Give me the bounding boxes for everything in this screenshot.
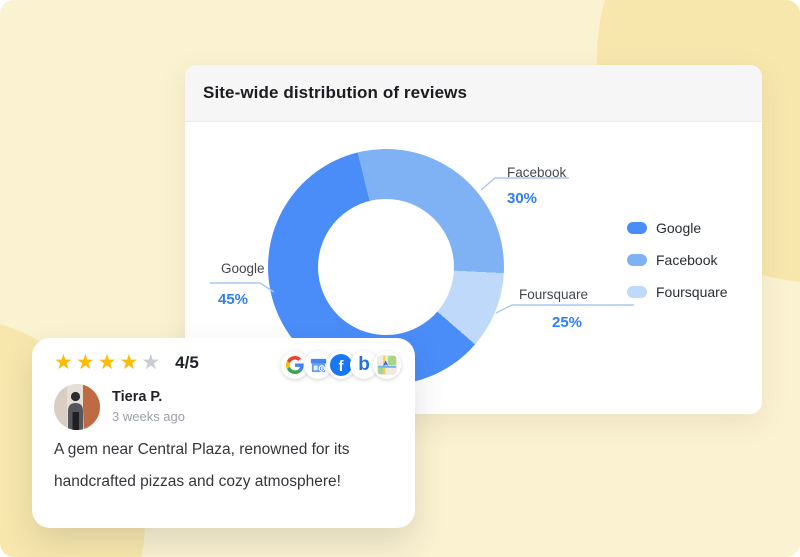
- bing-b-glyph: b: [358, 354, 370, 375]
- reviewer-photo: [54, 384, 100, 430]
- avatar: [54, 384, 100, 430]
- legend-label-foursquare: Foursquare: [656, 284, 728, 300]
- svg-text:G: G: [319, 366, 324, 372]
- legend-label-facebook: Facebook: [656, 252, 718, 268]
- review-text: A gem near Central Plaza, renowned for i…: [54, 441, 350, 490]
- rating-value: 4/5: [175, 353, 199, 372]
- callout-value-google: 45%: [218, 291, 249, 308]
- callout-label-foursquare: Foursquare: [519, 287, 589, 302]
- callout-line-facebook: [481, 177, 569, 191]
- chart-legend: Google Facebook Foursquare: [627, 220, 728, 317]
- legend-swatch-google: [627, 222, 647, 234]
- reviewer-name: Tiera P.: [112, 389, 163, 405]
- donut-chart-hole: [318, 199, 454, 335]
- legend-swatch-foursquare: [627, 286, 647, 298]
- facebook-f-glyph: f: [330, 354, 352, 376]
- chart-title: Site-wide distribution of reviews: [203, 83, 468, 102]
- legend-swatch-facebook: [627, 254, 647, 266]
- legend-item-facebook[interactable]: Facebook: [627, 252, 728, 268]
- storefront-glyph: G: [310, 358, 326, 372]
- callout-label-google: Google: [221, 261, 265, 276]
- stars-filled-icon: ★★★★: [54, 351, 142, 374]
- maps-icon[interactable]: [373, 351, 401, 379]
- page-background: Site-wide distribution of reviews Google…: [0, 0, 800, 557]
- callout-value-foursquare: 25%: [552, 314, 583, 331]
- review-timestamp: 3 weeks ago: [112, 409, 185, 424]
- chart-card-header: Site-wide distribution of reviews: [185, 65, 762, 122]
- star-rating: ★★★★ ★ 4/5: [54, 351, 199, 375]
- review-card: ★★★★ ★ 4/5 G f b Tiera P. 3 weeks ago A …: [32, 338, 415, 528]
- legend-item-google[interactable]: Google: [627, 220, 728, 236]
- google-g-logo: [286, 356, 304, 374]
- legend-item-foursquare[interactable]: Foursquare: [627, 284, 728, 300]
- legend-label-google: Google: [656, 220, 702, 236]
- review-platform-icons: G f b: [281, 351, 401, 379]
- map-tile-glyph: [377, 355, 397, 375]
- callout-value-facebook: 30%: [507, 190, 538, 207]
- star-empty-icon: ★: [141, 351, 164, 374]
